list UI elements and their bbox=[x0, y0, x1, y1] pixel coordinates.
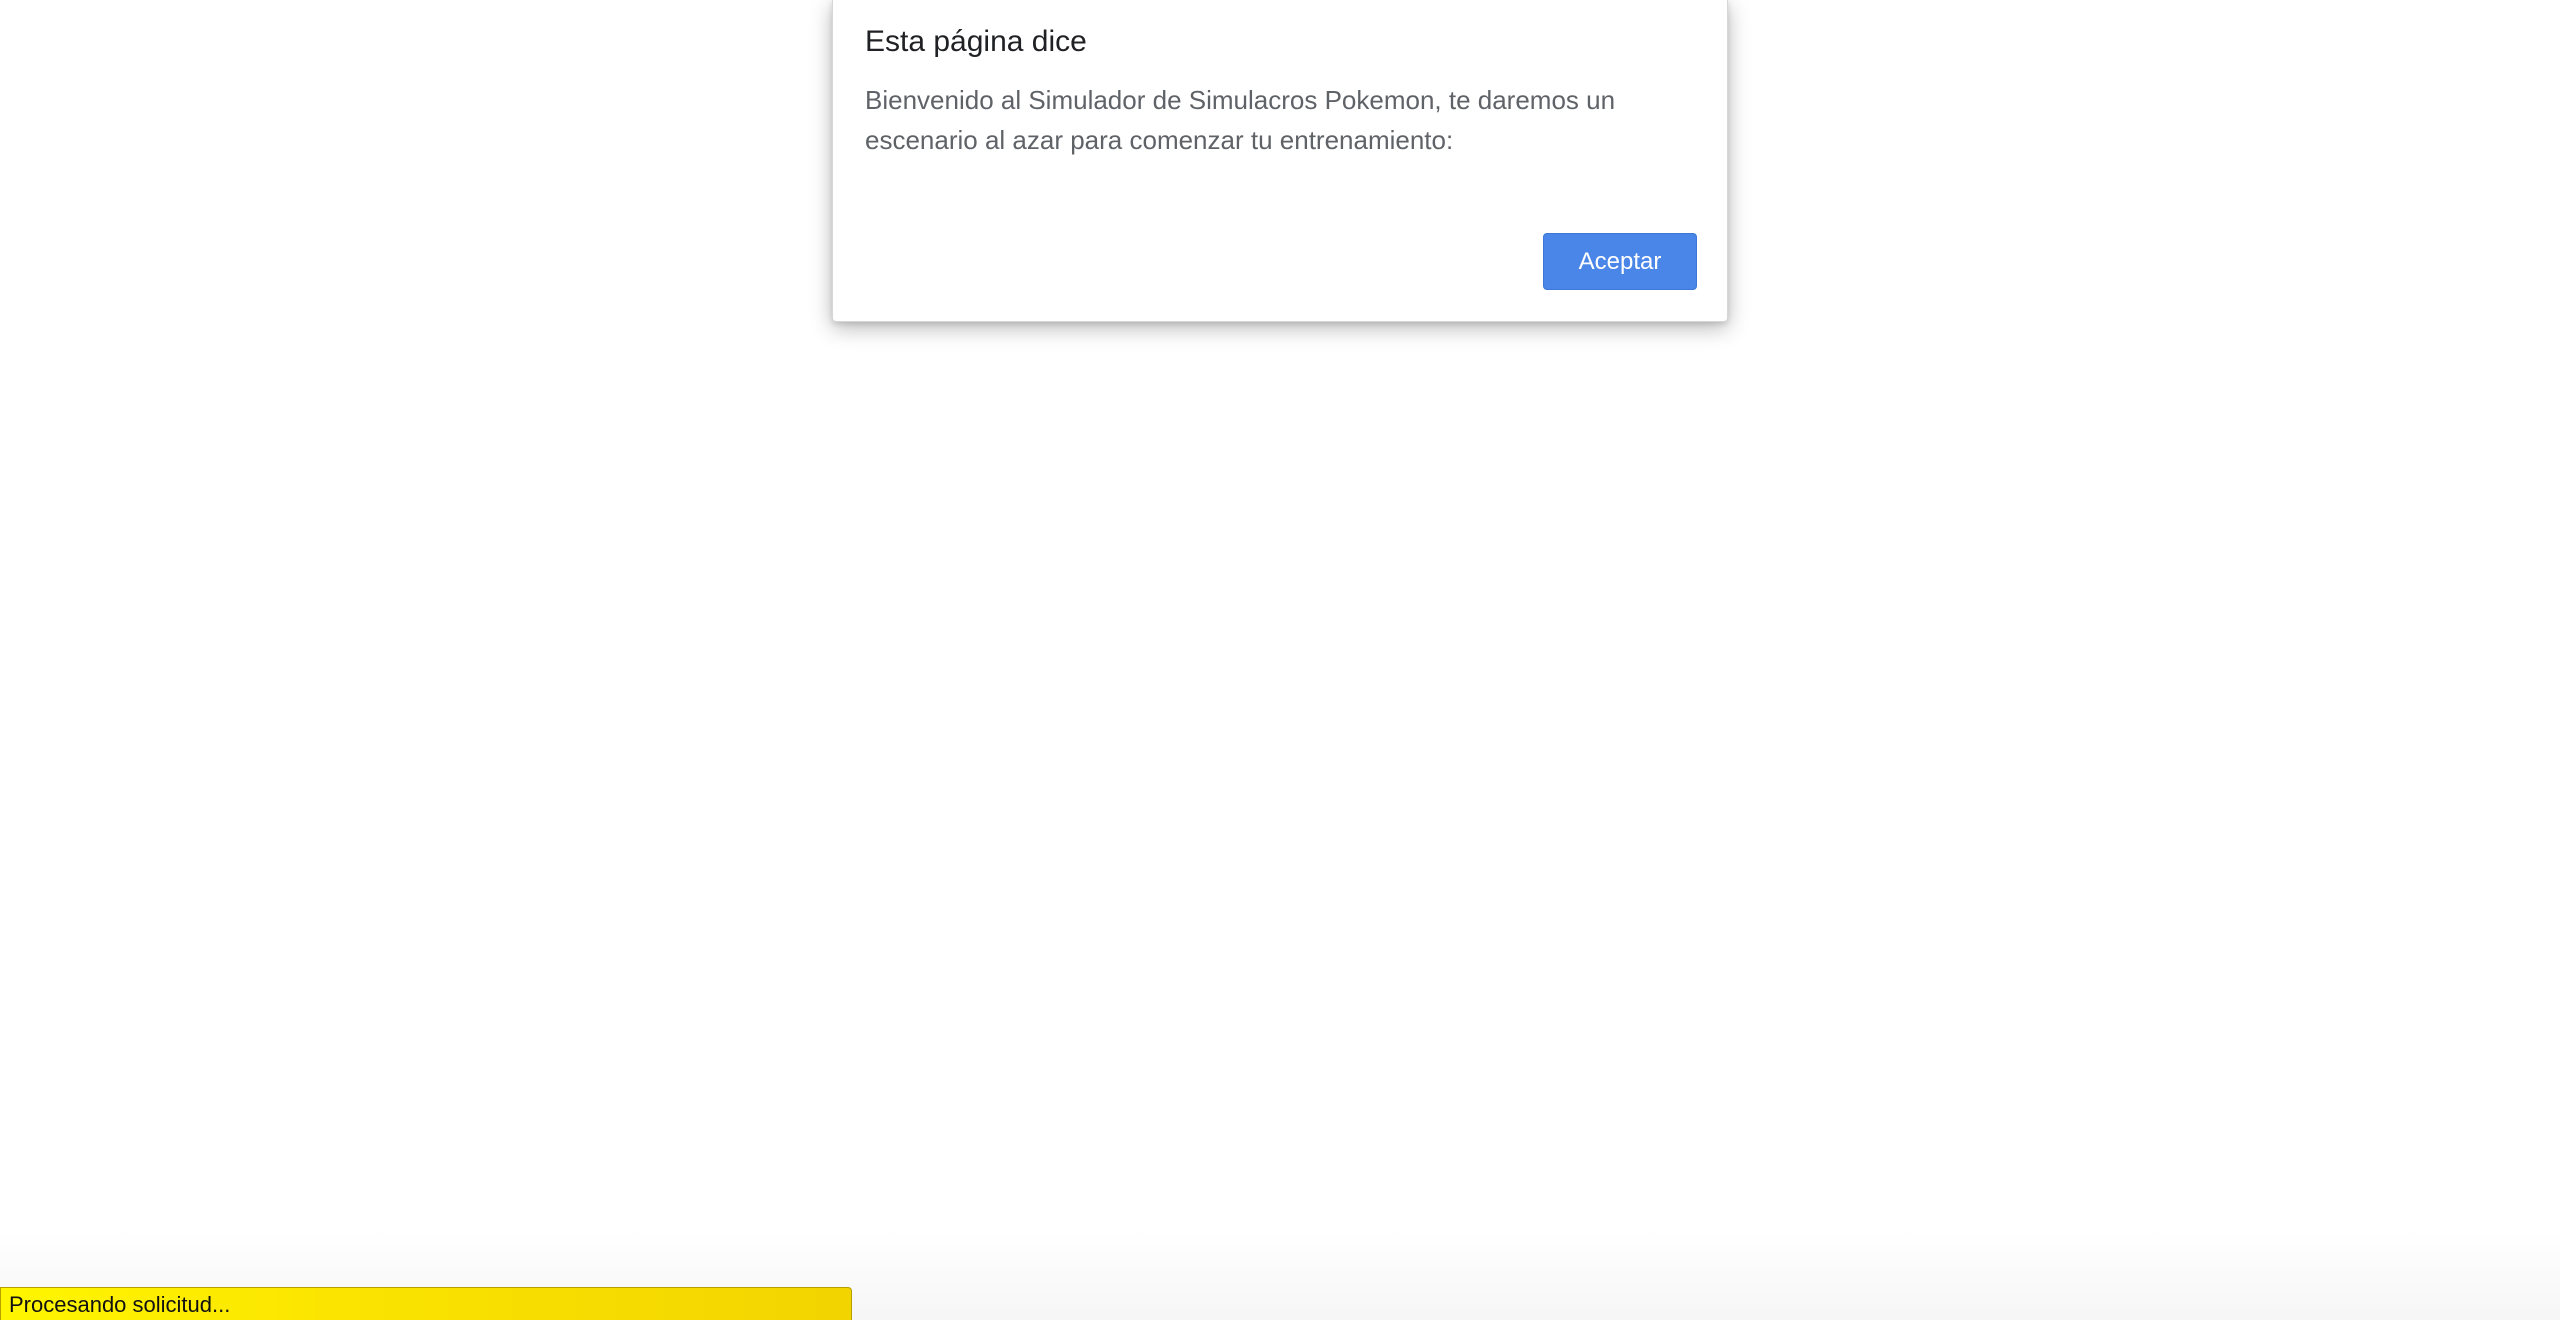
dialog-title: Esta página dice bbox=[865, 25, 1087, 58]
dialog-message: Bienvenido al Simulador de Simulacros Po… bbox=[865, 85, 1616, 155]
alert-dialog: Esta página dice Bienvenido al Simulador… bbox=[832, 0, 1728, 322]
page: Esta página dice Bienvenido al Simulador… bbox=[0, 0, 2560, 1320]
status-text: Procesando solicitud... bbox=[9, 1292, 231, 1317]
accept-button[interactable]: Aceptar bbox=[1543, 233, 1697, 290]
status-bar: Procesando solicitud... bbox=[0, 1287, 852, 1320]
